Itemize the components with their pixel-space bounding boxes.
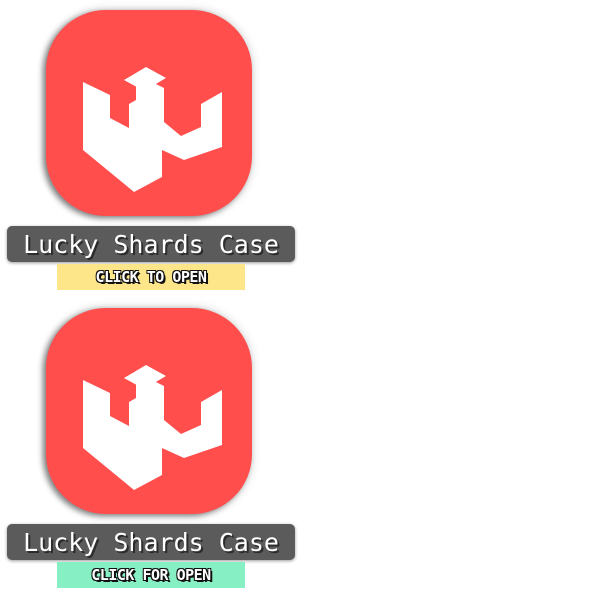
open-case-label: CLICK TO OPEN <box>95 268 207 286</box>
open-case-label: CLICK FOR OPEN <box>91 566 211 584</box>
case-open-tile[interactable] <box>46 308 252 514</box>
case-name: Lucky Shards Case <box>23 229 279 259</box>
lucky-shards-logo-icon <box>83 365 222 490</box>
case-name-plate: Lucky Shards Case <box>7 226 295 262</box>
lucky-shards-logo-icon <box>83 67 222 192</box>
case-list: Lucky Shards Case CLICK TO OPEN Lucky Sh… <box>0 0 600 600</box>
case-open-tile[interactable] <box>46 10 252 216</box>
case-card: Lucky Shards Case CLICK FOR OPEN <box>0 298 300 593</box>
open-case-button[interactable]: CLICK FOR OPEN <box>57 562 245 588</box>
open-case-button[interactable]: CLICK TO OPEN <box>57 264 245 290</box>
case-name: Lucky Shards Case <box>23 527 279 557</box>
case-name-plate: Lucky Shards Case <box>7 524 295 560</box>
case-card: Lucky Shards Case CLICK TO OPEN <box>0 0 300 295</box>
